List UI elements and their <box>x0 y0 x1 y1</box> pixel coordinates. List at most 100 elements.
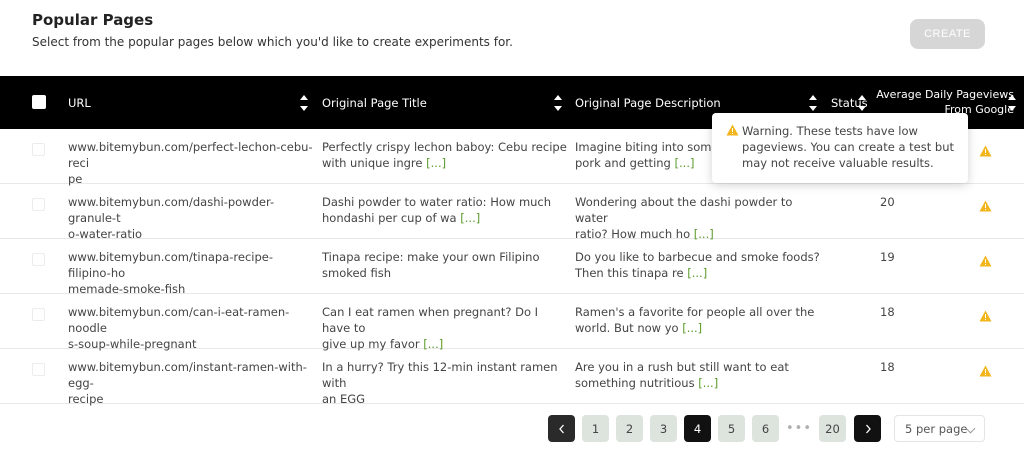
warning-icon[interactable] <box>979 200 992 212</box>
description-line: Then this tinapa re [...] <box>575 265 820 281</box>
column-header-title[interactable]: Original Page Title <box>322 76 427 129</box>
page-button-20[interactable]: 20 <box>819 415 846 442</box>
pageviews-cell: 20 <box>880 195 895 209</box>
tooltip-line: may not receive valuable results. <box>742 156 934 170</box>
more-link[interactable]: [...] <box>698 376 718 390</box>
sort-icon[interactable] <box>808 95 818 111</box>
page-button-3[interactable]: 3 <box>650 415 677 442</box>
url-line: www.bitemybun.com/dashi-powder-granule-t <box>68 195 275 225</box>
next-page-button[interactable] <box>854 415 881 442</box>
title-line: Can I eat ramen when pregnant? Do I have… <box>322 305 539 335</box>
more-link[interactable]: [...] <box>682 321 702 335</box>
tooltip-line: pageviews. You can create a test but <box>742 140 954 154</box>
description-text: world. But now yo <box>575 321 679 335</box>
table-row: www.bitemybun.com/instant-ramen-with-egg… <box>0 349 1024 407</box>
title-line: hondashi per cup of wa [...] <box>322 210 567 226</box>
url-cell: www.bitemybun.com/instant-ramen-with-egg… <box>68 359 313 407</box>
row-checkbox[interactable] <box>32 253 45 266</box>
description-line: Wondering about the dashi powder to wate… <box>575 195 793 225</box>
description-line: world. But now yo [...] <box>575 320 820 336</box>
tooltip-text: Warning. These tests have low pageviews.… <box>742 123 962 171</box>
description-line: Do you like to barbecue and smoke foods? <box>575 250 820 264</box>
description-line: Ramen's a favorite for people all over t… <box>575 305 815 319</box>
table-row: www.bitemybun.com/can-i-eat-ramen-noodle… <box>0 294 1024 352</box>
per-page-select[interactable]: 5 per page <box>894 415 985 442</box>
url-cell: www.bitemybun.com/perfect-lechon-cebu-re… <box>68 139 313 187</box>
page-subtitle: Select from the popular pages below whic… <box>32 35 513 49</box>
pageviews-cell: 18 <box>880 305 895 319</box>
pageviews-cell: 18 <box>880 360 895 374</box>
title-line: an EGG <box>322 392 366 406</box>
description-text: something nutritious <box>575 376 695 390</box>
title-line: with unique ingre [...] <box>322 155 567 171</box>
url-line: www.bitemybun.com/instant-ramen-with-egg… <box>68 360 307 390</box>
title-cell: Can I eat ramen when pregnant? Do I have… <box>322 304 567 352</box>
url-line: www.bitemybun.com/perfect-lechon-cebu-re… <box>68 140 313 170</box>
warning-icon[interactable] <box>979 255 992 267</box>
row-checkbox[interactable] <box>32 363 45 376</box>
select-all-checkbox[interactable] <box>32 95 46 109</box>
url-cell: www.bitemybun.com/dashi-powder-granule-t… <box>68 194 313 242</box>
warning-icon[interactable] <box>979 365 992 377</box>
column-header-url[interactable]: URL <box>68 76 91 129</box>
page-button-6[interactable]: 6 <box>752 415 779 442</box>
more-link[interactable]: [...] <box>426 156 446 170</box>
tooltip-line: Warning. These tests have low <box>742 124 918 138</box>
table-row: www.bitemybun.com/tinapa-recipe-filipino… <box>0 239 1024 297</box>
warning-icon <box>726 124 739 136</box>
description-text: Then this tinapa re <box>575 266 684 280</box>
warning-icon[interactable] <box>979 145 992 157</box>
page-button-2[interactable]: 2 <box>616 415 643 442</box>
chevron-left-icon <box>558 424 564 433</box>
more-link[interactable]: [...] <box>687 266 707 280</box>
more-link[interactable]: [...] <box>460 211 480 225</box>
title-text: hondashi per cup of wa <box>322 211 457 225</box>
sort-icon[interactable] <box>553 95 563 111</box>
page-button-5[interactable]: 5 <box>718 415 745 442</box>
description-cell: Are you in a rush but still want to eat … <box>575 359 820 391</box>
url-line: www.bitemybun.com/tinapa-recipe-filipino… <box>68 250 274 280</box>
avg-pageviews-line1: Average Daily Pageviews <box>876 88 1014 101</box>
url-cell: www.bitemybun.com/can-i-eat-ramen-noodle… <box>68 304 313 352</box>
pageviews-cell: 19 <box>880 250 895 264</box>
row-checkbox[interactable] <box>32 198 45 211</box>
title-line: In a hurry? Try this 12-min instant rame… <box>322 360 558 390</box>
description-line: Are you in a rush but still want to eat <box>575 360 789 374</box>
table-row: www.bitemybun.com/dashi-powder-granule-t… <box>0 184 1024 242</box>
page-header: Popular Pages Select from the popular pa… <box>0 0 1024 76</box>
pagination-ellipsis: ••• <box>786 421 813 436</box>
more-link[interactable]: [...] <box>675 156 695 170</box>
url-cell: www.bitemybun.com/tinapa-recipe-filipino… <box>68 249 313 297</box>
sort-icon[interactable] <box>299 95 309 111</box>
sort-icon[interactable] <box>857 95 867 111</box>
row-checkbox[interactable] <box>32 143 45 156</box>
title-line: Dashi powder to water ratio: How much <box>322 195 552 209</box>
title-line: Tinapa recipe: make your own Filipino <box>322 250 540 264</box>
description-line: something nutritious [...] <box>575 375 820 391</box>
page-button-4-current[interactable]: 4 <box>684 415 711 442</box>
sort-icon[interactable] <box>1007 95 1017 111</box>
title-cell: Perfectly crispy lechon baboy: Cebu reci… <box>322 139 567 171</box>
description-cell: Ramen's a favorite for people all over t… <box>575 304 820 336</box>
title-line: smoked fish <box>322 266 392 280</box>
title-cell: Dashi powder to water ratio: How much ho… <box>322 194 567 226</box>
title-cell: Tinapa recipe: make your own Filipino sm… <box>322 249 567 281</box>
low-pageviews-tooltip: Warning. These tests have low pageviews.… <box>712 113 968 183</box>
chevron-right-icon <box>865 424 871 433</box>
url-line: www.bitemybun.com/can-i-eat-ramen-noodle <box>68 305 290 335</box>
description-cell: Do you like to barbecue and smoke foods?… <box>575 249 820 281</box>
description-cell: Wondering about the dashi powder to wate… <box>575 194 820 242</box>
title-line: Perfectly crispy lechon baboy: Cebu reci… <box>322 140 567 154</box>
title-text: with unique ingre <box>322 156 423 170</box>
warning-icon[interactable] <box>979 310 992 322</box>
description-text: pork and getting <box>575 156 671 170</box>
page-title: Popular Pages <box>32 11 154 29</box>
row-checkbox[interactable] <box>32 308 45 321</box>
create-button[interactable]: CREATE <box>910 19 985 49</box>
page-button-1[interactable]: 1 <box>582 415 609 442</box>
column-header-description[interactable]: Original Page Description <box>575 76 721 129</box>
title-cell: In a hurry? Try this 12-min instant rame… <box>322 359 567 407</box>
per-page-value: 5 per page <box>905 421 968 436</box>
url-line: recipe <box>68 392 104 406</box>
prev-page-button[interactable] <box>548 415 575 442</box>
